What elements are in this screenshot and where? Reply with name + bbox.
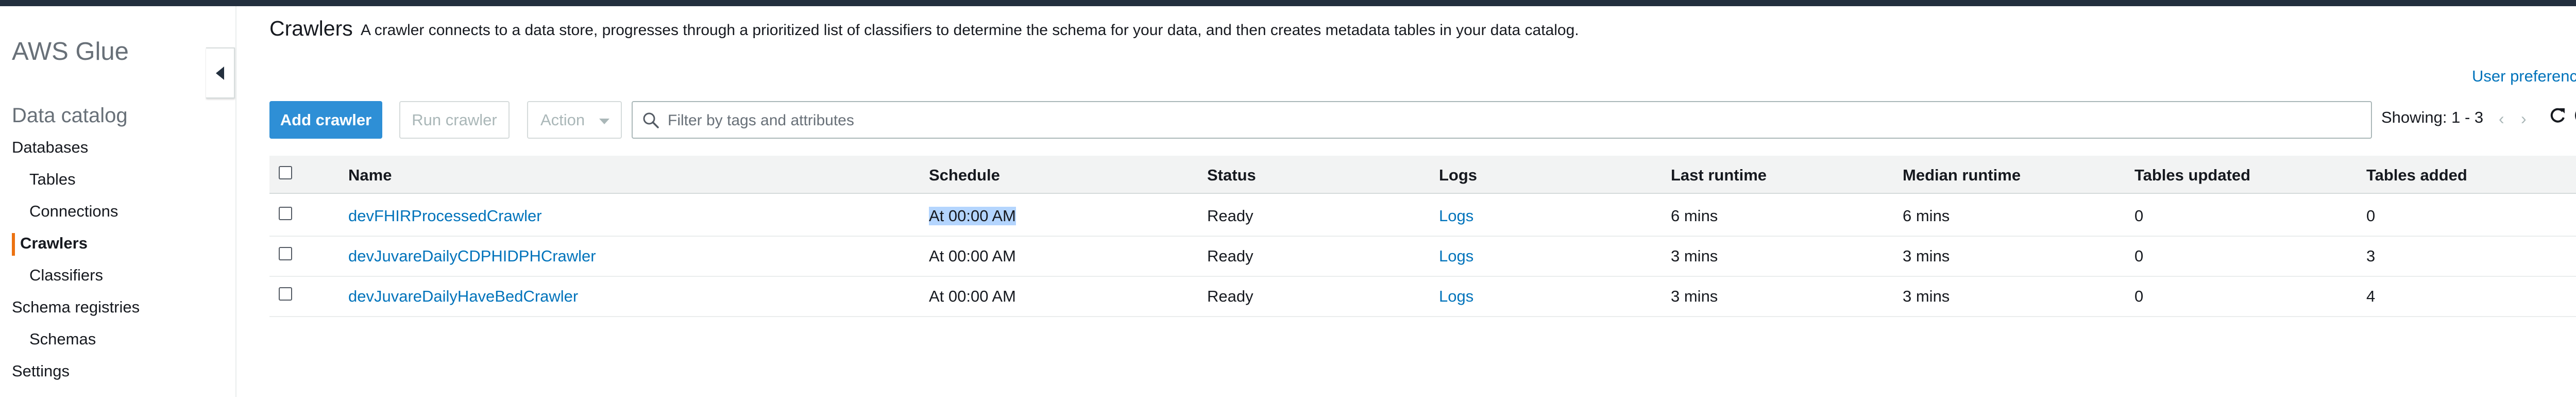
column-header-median-runtime[interactable]: Median runtime [1903,166,2021,185]
column-header-name[interactable]: Name [348,166,392,185]
tables-updated-cell: 0 [2134,247,2144,265]
column-header-last-runtime[interactable]: Last runtime [1671,166,1767,185]
sidebar: AWS Glue Data catalog Databases Tables C… [0,6,236,397]
caret-left-icon [216,66,224,80]
search-icon [643,112,659,128]
row-checkbox[interactable] [279,207,292,220]
select-all-checkbox[interactable] [279,166,292,179]
status-cell: Ready [1207,247,1253,265]
tables-updated-cell: 0 [2134,207,2144,225]
action-dropdown-label: Action [540,110,585,129]
crawler-name-link[interactable]: devJuvareDailyHaveBedCrawler [348,287,578,306]
logs-link[interactable]: Logs [1439,247,1473,266]
sidebar-item-settings[interactable]: Settings [12,362,70,381]
crawler-name-link[interactable]: devFHIRProcessedCrawler [348,207,542,225]
tables-added-cell: 4 [2366,287,2376,305]
table-row[interactable]: devFHIRProcessedCrawler At 00:00 AM Read… [269,196,2576,237]
previous-page-icon[interactable]: ‹ [2499,109,2504,128]
schedule-cell: At 00:00 AM [929,207,1016,225]
service-title[interactable]: AWS Glue [12,37,129,66]
table-row[interactable]: devJuvareDailyHaveBedCrawler At 00:00 AM… [269,277,2576,317]
user-preferences-link[interactable]: User preferences [2472,67,2576,86]
row-checkbox[interactable] [279,247,292,260]
sidebar-item-classifiers[interactable]: Classifiers [29,266,103,285]
last-runtime-cell: 6 mins [1671,207,1718,225]
add-crawler-button[interactable]: Add crawler [269,101,382,139]
schedule-cell: At 00:00 AM [929,247,1016,265]
sidebar-item-schema-registries[interactable]: Schema registries [12,298,140,317]
table-header: Name Schedule Status Logs Last runtime M… [269,156,2576,194]
status-cell: Ready [1207,207,1253,225]
caret-down-icon [599,119,609,124]
top-bar [0,0,2576,6]
tables-updated-cell: 0 [2134,287,2144,305]
sidebar-item-databases[interactable]: Databases [12,138,88,157]
sidebar-item-tables[interactable]: Tables [29,170,76,189]
sidebar-item-connections[interactable]: Connections [29,202,118,221]
sidebar-section-data-catalog: Data catalog [12,104,128,127]
pagination-count: Showing: 1 - 3 [2381,108,2484,126]
logs-link[interactable]: Logs [1439,287,1473,306]
median-runtime-cell: 6 mins [1903,207,1950,225]
last-runtime-cell: 3 mins [1671,287,1718,305]
logs-link[interactable]: Logs [1439,207,1473,225]
tables-added-cell: 0 [2366,207,2376,225]
filter-input[interactable] [667,102,2359,139]
page-description: A crawler connects to a data store, prog… [361,22,1579,39]
sidebar-item-crawlers[interactable]: Crawlers [20,234,88,253]
column-header-logs[interactable]: Logs [1439,166,1477,185]
table-row[interactable]: devJuvareDailyCDPHIDPHCrawler At 00:00 A… [269,237,2576,277]
column-header-tables-updated[interactable]: Tables updated [2134,166,2250,185]
active-indicator [12,233,15,256]
collapse-sidebar-button[interactable] [206,47,235,98]
column-header-tables-added[interactable]: Tables added [2366,166,2467,185]
action-dropdown[interactable]: Action [527,101,622,139]
row-checkbox[interactable] [279,287,292,301]
schedule-cell: At 00:00 AM [929,287,1016,305]
sidebar-item-schemas[interactable]: Schemas [29,330,96,349]
median-runtime-cell: 3 mins [1903,247,1950,265]
column-header-status[interactable]: Status [1207,166,1256,185]
median-runtime-cell: 3 mins [1903,287,1950,305]
run-crawler-button[interactable]: Run crawler [399,101,510,139]
last-runtime-cell: 3 mins [1671,247,1718,265]
page-title: Crawlers [269,16,353,40]
status-cell: Ready [1207,287,1253,305]
column-header-schedule[interactable]: Schedule [929,166,1000,185]
refresh-icon[interactable] [2547,105,2568,126]
filter-search-box[interactable] [632,101,2372,139]
crawler-name-link[interactable]: devJuvareDailyCDPHIDPHCrawler [348,247,596,266]
next-page-icon[interactable]: › [2521,109,2527,128]
tables-added-cell: 3 [2366,247,2376,265]
